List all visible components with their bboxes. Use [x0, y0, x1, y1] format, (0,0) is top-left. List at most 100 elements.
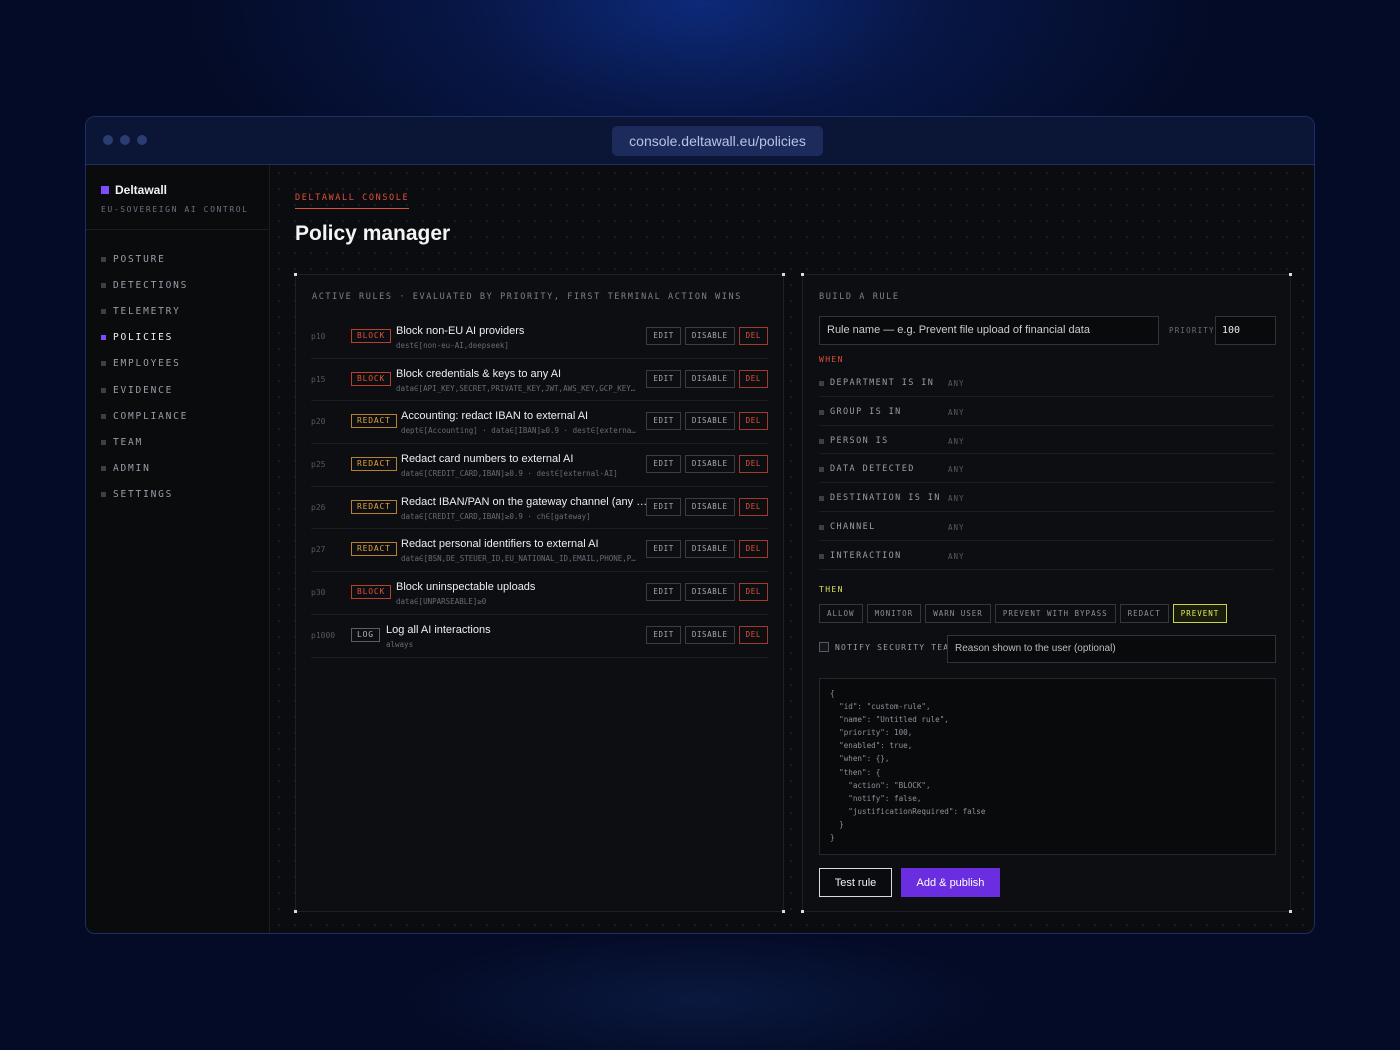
- rule-name-input[interactable]: Rule name — e.g. Prevent file upload of …: [819, 316, 1159, 345]
- condition-value[interactable]: ANY: [948, 465, 965, 474]
- delete-rule-button[interactable]: DEL: [738, 497, 768, 516]
- delete-rule-button[interactable]: DEL: [738, 369, 768, 388]
- rule-title[interactable]: Block credentials & keys to any AI: [396, 368, 561, 380]
- disable-rule-button[interactable]: DISABLE: [684, 625, 735, 644]
- rule-condition: always: [386, 639, 414, 649]
- rule-title[interactable]: Redact personal identifiers to external …: [401, 538, 599, 550]
- condition-bullet-icon: [819, 524, 824, 530]
- disable-rule-button[interactable]: DISABLE: [684, 540, 735, 559]
- rule-action-badge: BLOCK: [351, 585, 392, 600]
- rule-title[interactable]: Redact card numbers to external AI: [401, 453, 573, 465]
- disable-rule-button[interactable]: DISABLE: [684, 327, 735, 345]
- rule-actions: EDIT DISABLE DEL: [646, 583, 768, 602]
- rule-title[interactable]: Log all AI interactions: [386, 624, 491, 636]
- rule-title[interactable]: Block uninspectable uploads: [396, 581, 535, 593]
- edit-rule-button[interactable]: EDIT: [646, 369, 681, 388]
- panel-corner: [1289, 910, 1292, 913]
- sidebar-item-employees[interactable]: EMPLOYEES: [86, 351, 269, 377]
- sidebar-item-label: ADMIN: [113, 463, 151, 475]
- when-label: WHEN: [819, 355, 844, 364]
- sidebar-item-evidence[interactable]: EVIDENCE: [86, 377, 269, 403]
- rule-row: p10 BLOCK Block non-EU AI providers dest∈[n…: [311, 316, 768, 359]
- edit-rule-button[interactable]: EDIT: [646, 625, 681, 644]
- sidebar-item-team[interactable]: TEAM: [86, 429, 269, 455]
- panel-corner: [782, 910, 785, 913]
- condition-row[interactable]: PERSON IS ANY: [819, 426, 1274, 455]
- delete-rule-button[interactable]: DEL: [738, 583, 768, 602]
- sidebar-item-detections[interactable]: DETECTIONS: [86, 272, 269, 298]
- then-option-allow[interactable]: ALLOW: [819, 604, 863, 623]
- edit-rule-button[interactable]: EDIT: [646, 583, 681, 602]
- nav-bullet-icon: [101, 282, 106, 288]
- rule-title[interactable]: Accounting: redact IBAN to external AI: [401, 410, 588, 422]
- maximize-dot-icon[interactable]: [137, 135, 147, 145]
- condition-label: GROUP IS IN: [830, 406, 902, 417]
- nav-bullet-icon: [101, 308, 106, 314]
- url-bar[interactable]: console.deltawall.eu/policies: [612, 126, 823, 156]
- condition-row[interactable]: CHANNEL ANY: [819, 512, 1274, 541]
- sidebar-item-posture[interactable]: POSTURE: [86, 246, 269, 272]
- sidebar-item-policies[interactable]: POLICIES: [86, 325, 269, 351]
- notify-toggle[interactable]: NOTIFY SECURITY TEAM: [819, 642, 955, 652]
- condition-value[interactable]: ANY: [948, 552, 965, 561]
- sidebar-item-label: SETTINGS: [113, 489, 174, 501]
- condition-row[interactable]: DEPARTMENT IS IN ANY: [819, 368, 1274, 397]
- delete-rule-button[interactable]: DEL: [738, 412, 768, 431]
- rule-action-badge: BLOCK: [351, 371, 392, 386]
- rule-title[interactable]: Redact IBAN/PAN on the gateway channel (…: [401, 496, 649, 508]
- then-option-warn-user[interactable]: WARN USER: [925, 604, 991, 623]
- condition-value[interactable]: ANY: [948, 523, 965, 532]
- panel-corner: [782, 273, 785, 276]
- rule-title[interactable]: Block non-EU AI providers: [396, 325, 524, 337]
- condition-label: DESTINATION IS IN: [830, 493, 941, 504]
- edit-rule-button[interactable]: EDIT: [646, 497, 681, 516]
- condition-value[interactable]: ANY: [948, 379, 965, 388]
- rule-priority: p30: [311, 588, 326, 598]
- edit-rule-button[interactable]: EDIT: [646, 327, 681, 345]
- delete-rule-button[interactable]: DEL: [738, 455, 768, 474]
- edit-rule-button[interactable]: EDIT: [646, 540, 681, 559]
- edit-rule-button[interactable]: EDIT: [646, 455, 681, 474]
- close-dot-icon[interactable]: [103, 135, 113, 145]
- disable-rule-button[interactable]: DISABLE: [684, 455, 735, 474]
- disable-rule-button[interactable]: DISABLE: [684, 412, 735, 431]
- reason-input[interactable]: Reason shown to the user (optional): [947, 635, 1276, 663]
- edit-rule-button[interactable]: EDIT: [646, 412, 681, 431]
- minimize-dot-icon[interactable]: [120, 135, 130, 145]
- condition-bullet-icon: [819, 467, 824, 473]
- then-option-prevent[interactable]: PREVENT: [1172, 604, 1228, 623]
- then-option-prevent-with-bypass[interactable]: PREVENT WITH BYPASS: [994, 604, 1116, 623]
- add-publish-button[interactable]: Add & publish: [901, 868, 1000, 897]
- notify-checkbox[interactable]: [819, 642, 829, 652]
- delete-rule-button[interactable]: DEL: [738, 625, 768, 644]
- browser-titlebar: console.deltawall.eu/policies: [86, 117, 1314, 165]
- condition-row[interactable]: GROUP IS IN ANY: [819, 397, 1274, 426]
- sidebar-item-compliance[interactable]: COMPLIANCE: [86, 403, 269, 429]
- sidebar-item-admin[interactable]: ADMIN: [86, 456, 269, 482]
- sidebar-item-label: COMPLIANCE: [113, 410, 189, 422]
- condition-value[interactable]: ANY: [948, 408, 965, 417]
- panel-corner: [294, 273, 297, 276]
- then-option-monitor[interactable]: MONITOR: [866, 604, 922, 623]
- sidebar-item-settings[interactable]: SETTINGS: [86, 482, 269, 508]
- then-option-redact[interactable]: REDACT: [1119, 604, 1169, 623]
- rules-list: p10 BLOCK Block non-EU AI providers dest∈[n…: [311, 316, 768, 658]
- disable-rule-button[interactable]: DISABLE: [684, 583, 735, 602]
- condition-label: PERSON IS: [830, 435, 889, 446]
- then-action-group: ALLOW MONITOR WARN USER PREVENT WITH BYPASS…: [819, 604, 1228, 623]
- condition-row[interactable]: DESTINATION IS IN ANY: [819, 483, 1274, 512]
- delete-rule-button[interactable]: DEL: [738, 327, 768, 345]
- disable-rule-button[interactable]: DISABLE: [684, 369, 735, 388]
- condition-value[interactable]: ANY: [948, 437, 965, 446]
- condition-value[interactable]: ANY: [948, 494, 965, 503]
- priority-input[interactable]: 100: [1215, 316, 1276, 345]
- condition-row[interactable]: INTERACTION ANY: [819, 541, 1274, 570]
- test-rule-button[interactable]: Test rule: [819, 868, 892, 897]
- disable-rule-button[interactable]: DISABLE: [684, 497, 735, 516]
- rule-actions: EDIT DISABLE DEL: [646, 497, 768, 516]
- sidebar-item-label: EMPLOYEES: [113, 358, 181, 370]
- sidebar-item-telemetry[interactable]: TELEMETRY: [86, 298, 269, 324]
- rule-condition: data∈[UNPARSEABLE]≥0: [396, 597, 487, 607]
- condition-row[interactable]: DATA DETECTED ANY: [819, 454, 1274, 484]
- delete-rule-button[interactable]: DEL: [738, 540, 768, 559]
